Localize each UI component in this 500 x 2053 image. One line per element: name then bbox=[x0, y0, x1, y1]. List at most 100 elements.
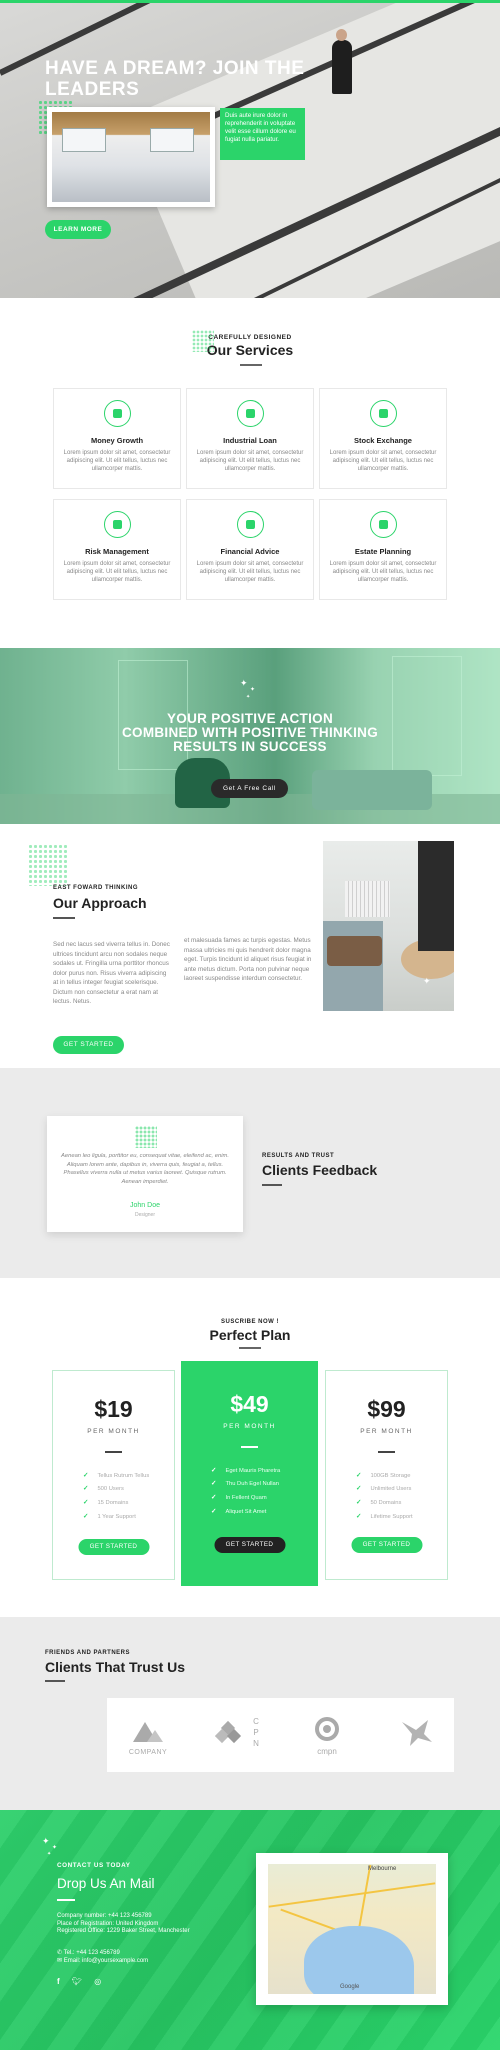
stock-exchange-icon bbox=[369, 400, 397, 427]
banner-headline-line: COMBINED WITH POSITIVE THINKING bbox=[121, 725, 379, 740]
map-view[interactable]: Melbourne Google bbox=[268, 1864, 436, 1994]
service-title: Estate Planning bbox=[354, 547, 412, 556]
check-icon: ✓ bbox=[211, 1466, 217, 1474]
estate-planning-icon bbox=[369, 511, 397, 538]
cpn-logo: CPN bbox=[215, 1716, 265, 1754]
approach-section: EAST FOWARD THINKING Our Approach Sed ne… bbox=[0, 824, 500, 1068]
contact-title: Drop Us An Mail bbox=[57, 1876, 155, 1891]
hero-title: HAVE A DREAM? JOIN THE LEADERS bbox=[45, 58, 305, 100]
check-icon: ✓ bbox=[83, 1471, 89, 1479]
sparkle-icon: ✦ bbox=[423, 976, 431, 986]
services-dot-pattern bbox=[192, 330, 214, 352]
service-card-risk-management[interactable]: Risk Management Lorem ipsum dolor sit am… bbox=[53, 499, 181, 600]
check-icon: ✓ bbox=[211, 1480, 217, 1488]
contact-office: Registered Office: 1229 Baker Street, Ma… bbox=[57, 1928, 190, 1934]
plan-feature: ✓ In Fellent Quam bbox=[211, 1494, 267, 1502]
client-logos-strip: COMPANY CPN cmpn bbox=[107, 1698, 454, 1772]
top-accent-line bbox=[0, 0, 500, 3]
plan-feature: ✓ Eget Mauris Pharetra bbox=[211, 1466, 281, 1474]
approach-kicker: EAST FOWARD THINKING bbox=[53, 885, 138, 891]
sparkle-icon: ✦ bbox=[246, 694, 251, 700]
sparkle-icon: ✦ bbox=[250, 687, 256, 693]
approach-underline bbox=[53, 917, 75, 919]
plan-card-premium: $99 PER MONTH ✓ 100GB Storage ✓ Unlimited … bbox=[325, 1370, 448, 1580]
pricing-underline bbox=[239, 1347, 261, 1349]
service-title: Industrial Loan bbox=[223, 436, 277, 445]
clients-section: FRIENDS AND PARTNERS Clients That Trust … bbox=[0, 1617, 500, 1810]
cmpn-ring-icon bbox=[315, 1717, 339, 1741]
pricing-kicker: SUSCRIBE NOW ! bbox=[221, 1319, 279, 1325]
check-icon: ✓ bbox=[211, 1507, 217, 1515]
sparkle-icon: ✦ bbox=[240, 678, 248, 688]
banner-headline-line: YOUR POSITIVE ACTION bbox=[166, 711, 333, 726]
clients-title: Clients That Trust Us bbox=[45, 1659, 186, 1675]
feedback-title: Clients Feedback bbox=[262, 1162, 378, 1178]
plan-feature: ✓ 50 Domains bbox=[356, 1499, 402, 1507]
plan-features: ✓ Eget Mauris Pharetra ✓ Thu Duh Egel Null… bbox=[211, 1466, 318, 1521]
check-icon: ✓ bbox=[83, 1499, 89, 1507]
financial-advice-icon bbox=[236, 511, 264, 538]
plan-get-started-button[interactable]: GET STARTED bbox=[78, 1539, 149, 1555]
plan-feature: ✓ 1 Year Support bbox=[83, 1512, 136, 1520]
learn-more-button[interactable]: LEARN MORE bbox=[45, 220, 111, 239]
plan-divider bbox=[241, 1446, 258, 1448]
contact-email[interactable]: ✉ Email: info@yoursexample.com bbox=[57, 1958, 148, 1966]
hero-section: HAVE A DREAM? JOIN THE LEADERS Duis aute… bbox=[0, 0, 500, 298]
location-map[interactable]: Melbourne Google bbox=[256, 1853, 448, 2005]
plan-price: $19 bbox=[94, 1396, 133, 1422]
banner-headline-line: RESULTS IN SUCCESS bbox=[173, 739, 327, 754]
sparkle-icon: ✦ bbox=[47, 1851, 52, 1857]
service-description: Lorem ipsum dolor sit amet, consectetur … bbox=[196, 561, 304, 583]
plan-features: ✓ Tellus Rutrum Tellus ✓ 500 Users ✓ 15 Dom… bbox=[83, 1471, 174, 1526]
testimonial-quote: Aenean leo ligula, porttitor eu, consequ… bbox=[61, 1153, 229, 1185]
contact-company-number: Company number: +44 123 456789 bbox=[57, 1913, 152, 1919]
approach-get-started-button[interactable]: GET STARTED bbox=[53, 1036, 124, 1054]
testimonial-name: John Doe bbox=[130, 1202, 160, 1209]
contact-kicker: CONTACT US TODAY bbox=[57, 1862, 131, 1869]
service-card-money-growth[interactable]: Money Growth Lorem ipsum dolor sit amet,… bbox=[53, 388, 181, 489]
hero-conference-photo bbox=[47, 107, 215, 207]
cta-banner: ✦ ✦ ✦ YOUR POSITIVE ACTION COMBINED WITH… bbox=[0, 648, 500, 824]
pricing-section: SUSCRIBE NOW ! Perfect Plan $19 PER MONT… bbox=[0, 1278, 500, 1617]
twitter-icon[interactable]: 🐦︎ bbox=[72, 1977, 82, 1986]
plan-feature: ✓ Unlimited Users bbox=[356, 1485, 412, 1493]
social-links: f 🐦︎ ◎ bbox=[57, 1978, 101, 1986]
clients-underline bbox=[45, 1680, 65, 1682]
plan-price: $49 bbox=[230, 1391, 269, 1417]
check-icon: ✓ bbox=[211, 1494, 217, 1502]
phone-icon: ✆ bbox=[57, 1950, 63, 1956]
plan-period: PER MONTH bbox=[223, 1423, 276, 1430]
plan-feature: ✓ Tellus Rutrum Tellus bbox=[83, 1471, 150, 1479]
service-card-industrial-loan[interactable]: Industrial Loan Lorem ipsum dolor sit am… bbox=[186, 388, 314, 489]
industrial-loan-icon bbox=[236, 400, 264, 427]
free-call-button[interactable]: Get A Free Call bbox=[211, 779, 288, 798]
plan-get-started-button[interactable]: GET STARTED bbox=[214, 1537, 285, 1553]
service-card-stock-exchange[interactable]: Stock Exchange Lorem ipsum dolor sit ame… bbox=[319, 388, 447, 489]
service-title: Financial Advice bbox=[220, 547, 280, 556]
approach-dot-pattern bbox=[28, 844, 68, 886]
service-card-financial-advice[interactable]: Financial Advice Lorem ipsum dolor sit a… bbox=[186, 499, 314, 600]
map-attribution: Google bbox=[340, 1984, 360, 1990]
money-growth-icon bbox=[103, 400, 131, 427]
service-card-estate-planning[interactable]: Estate Planning Lorem ipsum dolor sit am… bbox=[319, 499, 447, 600]
services-kicker: CAREFULLY DESIGNED bbox=[208, 334, 292, 341]
bird-icon bbox=[402, 1720, 432, 1746]
map-city-label: Melbourne bbox=[368, 1866, 397, 1872]
plan-feature: ✓ Thu Duh Egel Nullan bbox=[211, 1480, 279, 1488]
facebook-icon[interactable]: f bbox=[57, 1977, 60, 1986]
plan-feature: ✓ 100GB Storage bbox=[356, 1471, 411, 1479]
instagram-icon[interactable]: ◎ bbox=[94, 1977, 101, 1986]
service-description: Lorem ipsum dolor sit amet, consectetur … bbox=[329, 561, 437, 583]
pricing-title: Perfect Plan bbox=[209, 1327, 291, 1343]
company-mountain-icon bbox=[133, 1722, 163, 1742]
feedback-kicker: RESULTS AND TRUST bbox=[262, 1153, 335, 1159]
contact-place: Place of Registration: United Kingdom bbox=[57, 1920, 159, 1927]
feedback-underline bbox=[262, 1184, 282, 1186]
plan-get-started-button[interactable]: GET STARTED bbox=[351, 1537, 422, 1553]
services-section: CAREFULLY DESIGNED Our Services Money Gr… bbox=[0, 298, 500, 648]
feedback-section: Aenean leo ligula, porttitor eu, consequ… bbox=[0, 1068, 500, 1278]
contact-underline bbox=[57, 1899, 75, 1901]
contact-section: ✦ ✦ ✦ CONTACT US TODAY Drop Us An Mail C… bbox=[0, 1810, 500, 2050]
contact-tel: ✆ Tel.: +44 123 456789 bbox=[57, 1950, 120, 1956]
service-title: Money Growth bbox=[90, 436, 144, 445]
